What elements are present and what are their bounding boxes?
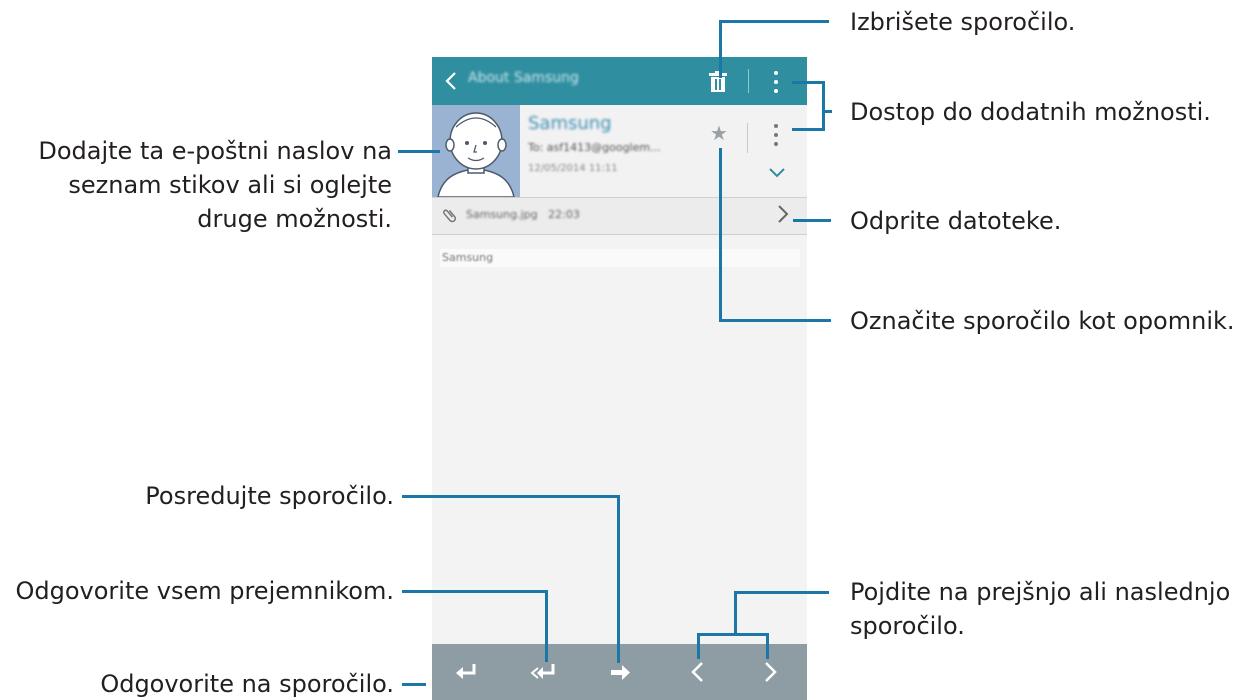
more-vertical-icon[interactable] <box>768 69 784 95</box>
annotation-nav-line-2: sporočilo. <box>850 612 965 640</box>
divider <box>748 69 749 93</box>
more-vertical-icon[interactable] <box>768 121 784 151</box>
callout-line <box>793 219 831 222</box>
contact-avatar[interactable] <box>432 105 520 197</box>
trash-icon[interactable] <box>708 71 728 93</box>
callout-line <box>402 495 620 498</box>
callout-line <box>697 633 700 659</box>
message-header: Samsung To: asf1413@googlem... 12/05/201… <box>432 105 807 198</box>
recipient-line: To: asf1413@googlem... <box>528 141 661 154</box>
body-text: Samsung <box>440 249 800 267</box>
callout-line <box>792 81 824 84</box>
callout-line <box>719 20 722 78</box>
chevron-right-icon[interactable] <box>756 658 784 686</box>
callout-line <box>719 148 722 322</box>
attachment-name: Samsung.jpg 22:03 <box>466 208 580 221</box>
paperclip-icon <box>439 204 464 230</box>
callout-line <box>734 591 737 635</box>
app-title: About Samsung <box>468 70 579 86</box>
annotation-delete: Izbrišete sporočilo. <box>850 8 1076 36</box>
sender-name: Samsung <box>528 113 612 134</box>
annotation-open-files: Odprite datoteke. <box>850 207 1062 235</box>
app-bar: About Samsung <box>432 57 807 105</box>
attachment-row[interactable]: Samsung.jpg 22:03 <box>432 198 807 235</box>
annotation-forward: Posredujte sporočilo. <box>145 482 394 510</box>
reply-all-icon[interactable] <box>530 658 558 686</box>
callout-line <box>545 590 548 662</box>
chevron-right-icon[interactable] <box>776 202 790 231</box>
annotation-contact-line-3: druge možnosti. <box>197 205 392 233</box>
callout-line <box>617 495 620 663</box>
callout-line <box>792 128 824 131</box>
annotation-nav-line-1: Pojdite na prejšnjo ali naslednjo <box>850 578 1231 606</box>
callout-line <box>398 150 440 153</box>
annotation-reply: Odgovorite na sporočilo. <box>100 670 394 698</box>
star-icon[interactable]: ★ <box>710 121 728 145</box>
callout-line <box>402 590 548 593</box>
callout-line <box>719 319 831 322</box>
divider <box>747 123 748 153</box>
callout-line <box>766 633 769 659</box>
message-date: 12/05/2014 11:11 <box>528 163 618 174</box>
callout-line <box>822 110 832 113</box>
callout-line <box>719 20 829 23</box>
attachment-time: 22:03 <box>548 208 580 221</box>
chevron-left-icon[interactable] <box>684 658 712 686</box>
callout-line <box>822 81 825 131</box>
reply-icon[interactable] <box>452 658 480 686</box>
annotation-reply-all: Odgovorite vsem prejemnikom. <box>15 577 394 605</box>
forward-icon[interactable] <box>606 658 634 686</box>
annotation-contact-line-1: Dodajte ta e-poštni naslov na <box>38 137 392 165</box>
annotation-more-options: Dostop do dodatnih možnosti. <box>850 98 1211 126</box>
chevron-left-icon[interactable] <box>440 69 464 93</box>
annotation-flag: Označite sporočilo kot opomnik. <box>850 307 1235 335</box>
callout-line <box>402 683 426 686</box>
callout-line <box>697 633 769 636</box>
chevron-down-icon[interactable] <box>768 163 786 182</box>
callout-line <box>734 591 829 594</box>
annotation-contact-line-2: seznam stikov ali si oglejte <box>68 171 392 199</box>
